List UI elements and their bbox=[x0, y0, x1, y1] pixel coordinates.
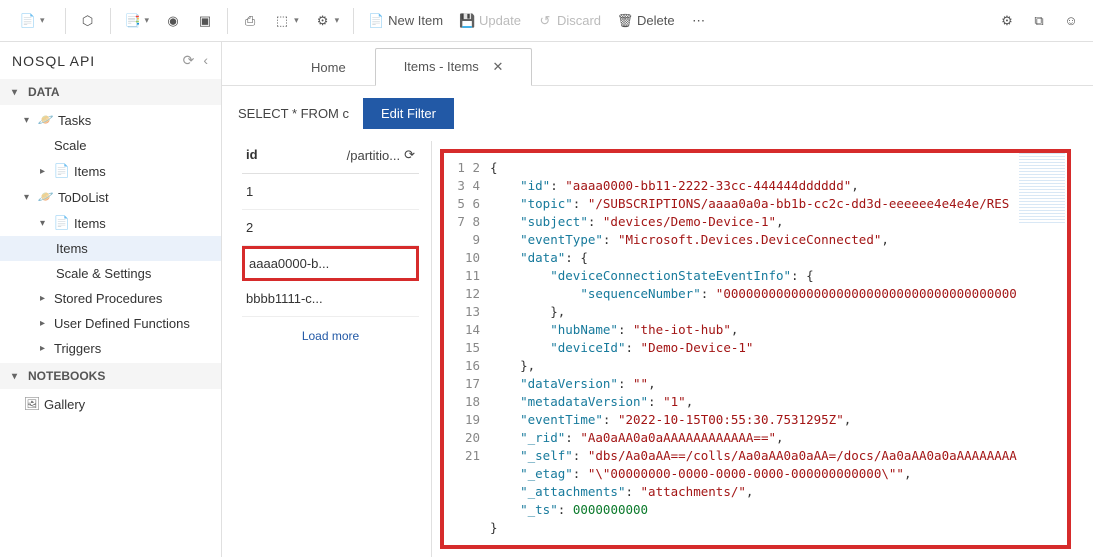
notebooks-section-header[interactable]: ▾NOTEBOOKS bbox=[0, 363, 221, 389]
tab-home[interactable]: Home bbox=[282, 49, 375, 85]
tree-scale[interactable]: Scale bbox=[0, 133, 221, 158]
more-icon[interactable]: ⋯ bbox=[685, 9, 713, 33]
load-more-link[interactable]: Load more bbox=[242, 317, 419, 355]
query-bar: SELECT * FROM c Edit Filter bbox=[222, 86, 1093, 141]
col-id[interactable]: id bbox=[246, 147, 258, 163]
refresh-icon[interactable]: ⟳ bbox=[404, 147, 415, 163]
close-icon[interactable]: ✕ bbox=[492, 59, 503, 74]
popout-icon[interactable]: ⧉ bbox=[1025, 9, 1053, 33]
terminal-icon[interactable]: ▣ bbox=[191, 9, 219, 33]
tree-tasks[interactable]: ▾🪐Tasks bbox=[0, 107, 221, 133]
sidebar-title: NOSQL API ⟳ ‹ bbox=[0, 42, 221, 79]
collapse-icon[interactable]: ‹ bbox=[203, 52, 209, 69]
update-button[interactable]: 💾Update bbox=[453, 9, 527, 33]
github-icon[interactable]: ◉ bbox=[159, 9, 187, 33]
tree-items-3[interactable]: Items bbox=[0, 236, 221, 261]
tree-stored-procedures[interactable]: ▸Stored Procedures bbox=[0, 286, 221, 311]
item-list: id /partitio... ⟳ 12aaaa0000-b...bbbb111… bbox=[222, 141, 432, 557]
edit-filter-button[interactable]: Edit Filter bbox=[363, 98, 454, 129]
discard-button[interactable]: ↺Discard bbox=[531, 9, 607, 33]
tabs-bar: Home Items - Items ✕ bbox=[222, 42, 1093, 86]
feedback-icon[interactable]: ☺ bbox=[1057, 9, 1085, 33]
settings-gear-icon[interactable]: ⚙▾ bbox=[309, 9, 346, 33]
export-icon[interactable]: ⬚▾ bbox=[268, 9, 305, 33]
refresh-icon[interactable]: ⟳ bbox=[183, 52, 196, 69]
sql-icon[interactable]: 📑▾ bbox=[119, 9, 156, 33]
tree-scale-settings[interactable]: Scale & Settings bbox=[0, 261, 221, 286]
item-row[interactable]: 1 bbox=[242, 174, 419, 210]
minimap[interactable] bbox=[1019, 153, 1065, 223]
data-section-header[interactable]: ▾DATA bbox=[0, 79, 221, 105]
import-icon[interactable]: ⎙ bbox=[236, 9, 264, 33]
query-text: SELECT * FROM c bbox=[238, 106, 349, 121]
tree-items-1[interactable]: ▸📄Items bbox=[0, 158, 221, 184]
tree-gallery[interactable]: 🖼Gallery bbox=[0, 391, 221, 417]
content-area: Home Items - Items ✕ SELECT * FROM c Edi… bbox=[222, 42, 1093, 557]
delete-button[interactable]: 🗑Delete bbox=[611, 9, 681, 33]
tree-items-2[interactable]: ▾📄Items bbox=[0, 210, 221, 236]
tab-items[interactable]: Items - Items ✕ bbox=[375, 48, 533, 86]
col-partition[interactable]: /partitio... ⟳ bbox=[347, 147, 415, 163]
new-doc-icon[interactable]: 📄▾ bbox=[14, 9, 51, 33]
sidebar: NOSQL API ⟳ ‹ ▾DATA ▾🪐Tasks Scale ▸📄Item… bbox=[0, 42, 222, 557]
top-toolbar: 📄▾ ⬡ 📑▾ ◉ ▣ ⎙ ⬚▾ ⚙▾ 📄New Item 💾Update ↺D… bbox=[0, 0, 1093, 42]
gear-icon[interactable]: ⚙ bbox=[993, 9, 1021, 33]
cube-icon[interactable]: ⬡ bbox=[74, 9, 102, 33]
item-row[interactable]: bbbb1111-c... bbox=[242, 281, 419, 317]
tree-triggers[interactable]: ▸Triggers bbox=[0, 336, 221, 361]
tree-user-defined-functions[interactable]: ▸User Defined Functions bbox=[0, 311, 221, 336]
new-item-button[interactable]: 📄New Item bbox=[362, 9, 449, 33]
json-editor[interactable]: 1 2 3 4 5 6 7 8 9 10 11 12 13 14 15 16 1… bbox=[432, 141, 1093, 557]
item-row[interactable]: aaaa0000-b... bbox=[242, 246, 419, 281]
item-row[interactable]: 2 bbox=[242, 210, 419, 246]
tree-todolist[interactable]: ▾🪐ToDoList bbox=[0, 184, 221, 210]
